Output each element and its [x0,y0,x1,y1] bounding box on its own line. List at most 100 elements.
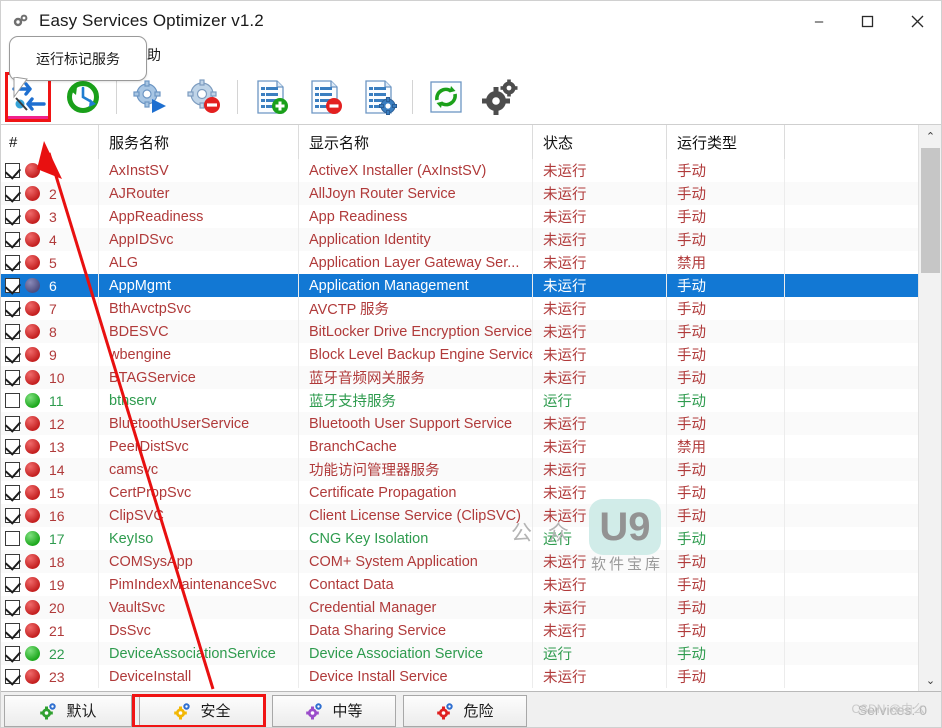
row-select-cell[interactable]: 16 [1,504,99,527]
table-row[interactable]: 8 BDESVC BitLocker Drive Encryption Servic… [1,320,941,343]
table-row[interactable]: 17 KeyIso CNG Key Isolation 运行 手动 [1,527,941,550]
row-checkbox[interactable] [5,646,20,661]
toolbar-settings-button[interactable] [476,74,524,120]
toolbar-refresh-button[interactable] [422,74,470,120]
table-row[interactable]: 4 AppIDSvc Application Identity 未运行 手动 [1,228,941,251]
table-row[interactable]: 7 BthAvctpSvc AVCTP 服务 未运行 手动 [1,297,941,320]
row-checkbox[interactable] [5,531,20,546]
row-checkbox[interactable] [5,554,20,569]
row-checkbox[interactable] [5,439,20,454]
status-dot-icon [25,531,40,546]
row-checkbox[interactable] [5,278,20,293]
close-button[interactable] [891,1,941,41]
row-checkbox[interactable] [5,416,20,431]
cell-service-name: VaultSvc [99,596,299,619]
row-checkbox[interactable] [5,347,20,362]
row-select-cell[interactable]: 18 [1,550,99,573]
cell-spacer [785,251,926,274]
scroll-up-arrow-icon[interactable]: ⌃ [919,125,941,147]
row-select-cell[interactable]: 9 [1,343,99,366]
row-checkbox[interactable] [5,163,20,178]
row-select-cell[interactable]: 17 [1,527,99,550]
row-select-cell[interactable]: 14 [1,458,99,481]
row-checkbox[interactable] [5,209,20,224]
column-header-display-name[interactable]: 显示名称 [299,125,533,159]
table-row[interactable]: 10 BTAGService 蓝牙音频网关服务 未运行 手动 [1,366,941,389]
table-row[interactable]: 9 wbengine Block Level Backup Engine Servi… [1,343,941,366]
table-row[interactable]: 16 ClipSVC Client License Service (ClipSVC… [1,504,941,527]
row-checkbox[interactable] [5,393,20,408]
row-select-cell[interactable]: 3 [1,205,99,228]
row-select-cell[interactable]: 11 [1,389,99,412]
toolbar-add-list-item-button[interactable] [247,74,295,120]
row-select-cell[interactable]: 7 [1,297,99,320]
row-select-cell[interactable]: 19 [1,573,99,596]
toolbar-remove-list-item-button[interactable] [301,74,349,120]
column-header-startup-type[interactable]: 运行类型 [667,125,785,159]
cell-spacer [785,343,926,366]
row-select-cell[interactable]: 22 [1,642,99,665]
table-row[interactable]: 5 ALG Application Layer Gateway Ser... 未运行禁… [1,251,941,274]
row-select-cell[interactable]: 4 [1,228,99,251]
table-row[interactable]: 2 AJRouter AllJoyn Router Service 未运行 手动 [1,182,941,205]
table-row[interactable]: 13 PeerDistSvc BranchCache 未运行 禁用 [1,435,941,458]
cell-startup-type: 手动 [667,619,785,642]
status-dot-icon [25,324,40,339]
vertical-scrollbar[interactable]: ⌃ ⌄ [918,125,941,691]
row-checkbox[interactable] [5,623,20,638]
row-checkbox[interactable] [5,462,20,477]
row-index: 23 [49,668,65,685]
row-checkbox[interactable] [5,577,20,592]
row-select-cell[interactable]: 23 [1,665,99,688]
row-select-cell[interactable]: 5 [1,251,99,274]
table-row[interactable]: 3 AppReadiness App Readiness 未运行 手动 [1,205,941,228]
table-row[interactable]: 23 DeviceInstall Device Install Service 未运行… [1,665,941,688]
scroll-down-arrow-icon[interactable]: ⌄ [919,669,941,691]
row-select-cell[interactable]: 21 [1,619,99,642]
row-select-cell[interactable]: 2 [1,182,99,205]
tab-default[interactable]: 默认 [4,694,132,727]
table-row[interactable]: 20 VaultSvc Credential Manager 未运行 手动 [1,596,941,619]
table-row[interactable]: 19 PimIndexMaintenanceSvc Contact Data 未运行手… [1,573,941,596]
row-checkbox[interactable] [5,301,20,316]
row-checkbox[interactable] [5,324,20,339]
row-select-cell[interactable] [1,159,99,182]
toolbar-edit-list-item-button[interactable] [355,74,403,120]
table-row[interactable]: 14 camsvc 功能访问管理器服务 未运行 手动 [1,458,941,481]
table-body: AxInstSV ActiveX Installer (AxInstSV) 未运行手… [1,159,941,688]
cell-service-name: bthserv [99,389,299,412]
column-header-service-name[interactable]: 服务名称 [99,125,299,159]
row-checkbox[interactable] [5,508,20,523]
table-row[interactable]: 11 bthserv 蓝牙支持服务 运行 手动 [1,389,941,412]
row-select-cell[interactable]: 15 [1,481,99,504]
table-row[interactable]: 21 DsSvc Data Sharing Service 未运行 手动 [1,619,941,642]
row-select-cell[interactable]: 12 [1,412,99,435]
row-select-cell[interactable]: 20 [1,596,99,619]
table-row[interactable]: 18 COMSysApp COM+ System Application 未运行 手动 [1,550,941,573]
row-select-cell[interactable]: 6 [1,274,99,297]
table-row[interactable]: 22 DeviceAssociationService Device Associa… [1,642,941,665]
table-row[interactable]: 12 BluetoothUserService Bluetooth User Sup… [1,412,941,435]
row-checkbox[interactable] [5,232,20,247]
cell-status: 运行 [533,389,667,412]
gear-play-icon [133,79,166,113]
table-row[interactable]: AxInstSV ActiveX Installer (AxInstSV) 未运行手… [1,159,941,182]
scrollbar-thumb[interactable] [921,148,940,273]
row-select-cell[interactable]: 8 [1,320,99,343]
table-row[interactable]: 6 AppMgmt Application Management 未运行 手动 [1,274,941,297]
row-checkbox[interactable] [5,186,20,201]
row-select-cell[interactable]: 10 [1,366,99,389]
row-checkbox[interactable] [5,255,20,270]
toolbar-stop-service-button[interactable] [180,74,228,120]
minimize-button[interactable]: – [795,1,843,41]
status-dot-icon [25,508,40,523]
column-header-status[interactable]: 状态 [533,125,667,159]
column-header-index[interactable]: # [1,125,99,159]
row-checkbox[interactable] [5,370,20,385]
maximize-button[interactable] [843,1,891,41]
row-select-cell[interactable]: 13 [1,435,99,458]
table-row[interactable]: 15 CertPropSvc Certificate Propagation 未运行手… [1,481,941,504]
row-checkbox[interactable] [5,669,20,684]
row-checkbox[interactable] [5,600,20,615]
row-checkbox[interactable] [5,485,20,500]
